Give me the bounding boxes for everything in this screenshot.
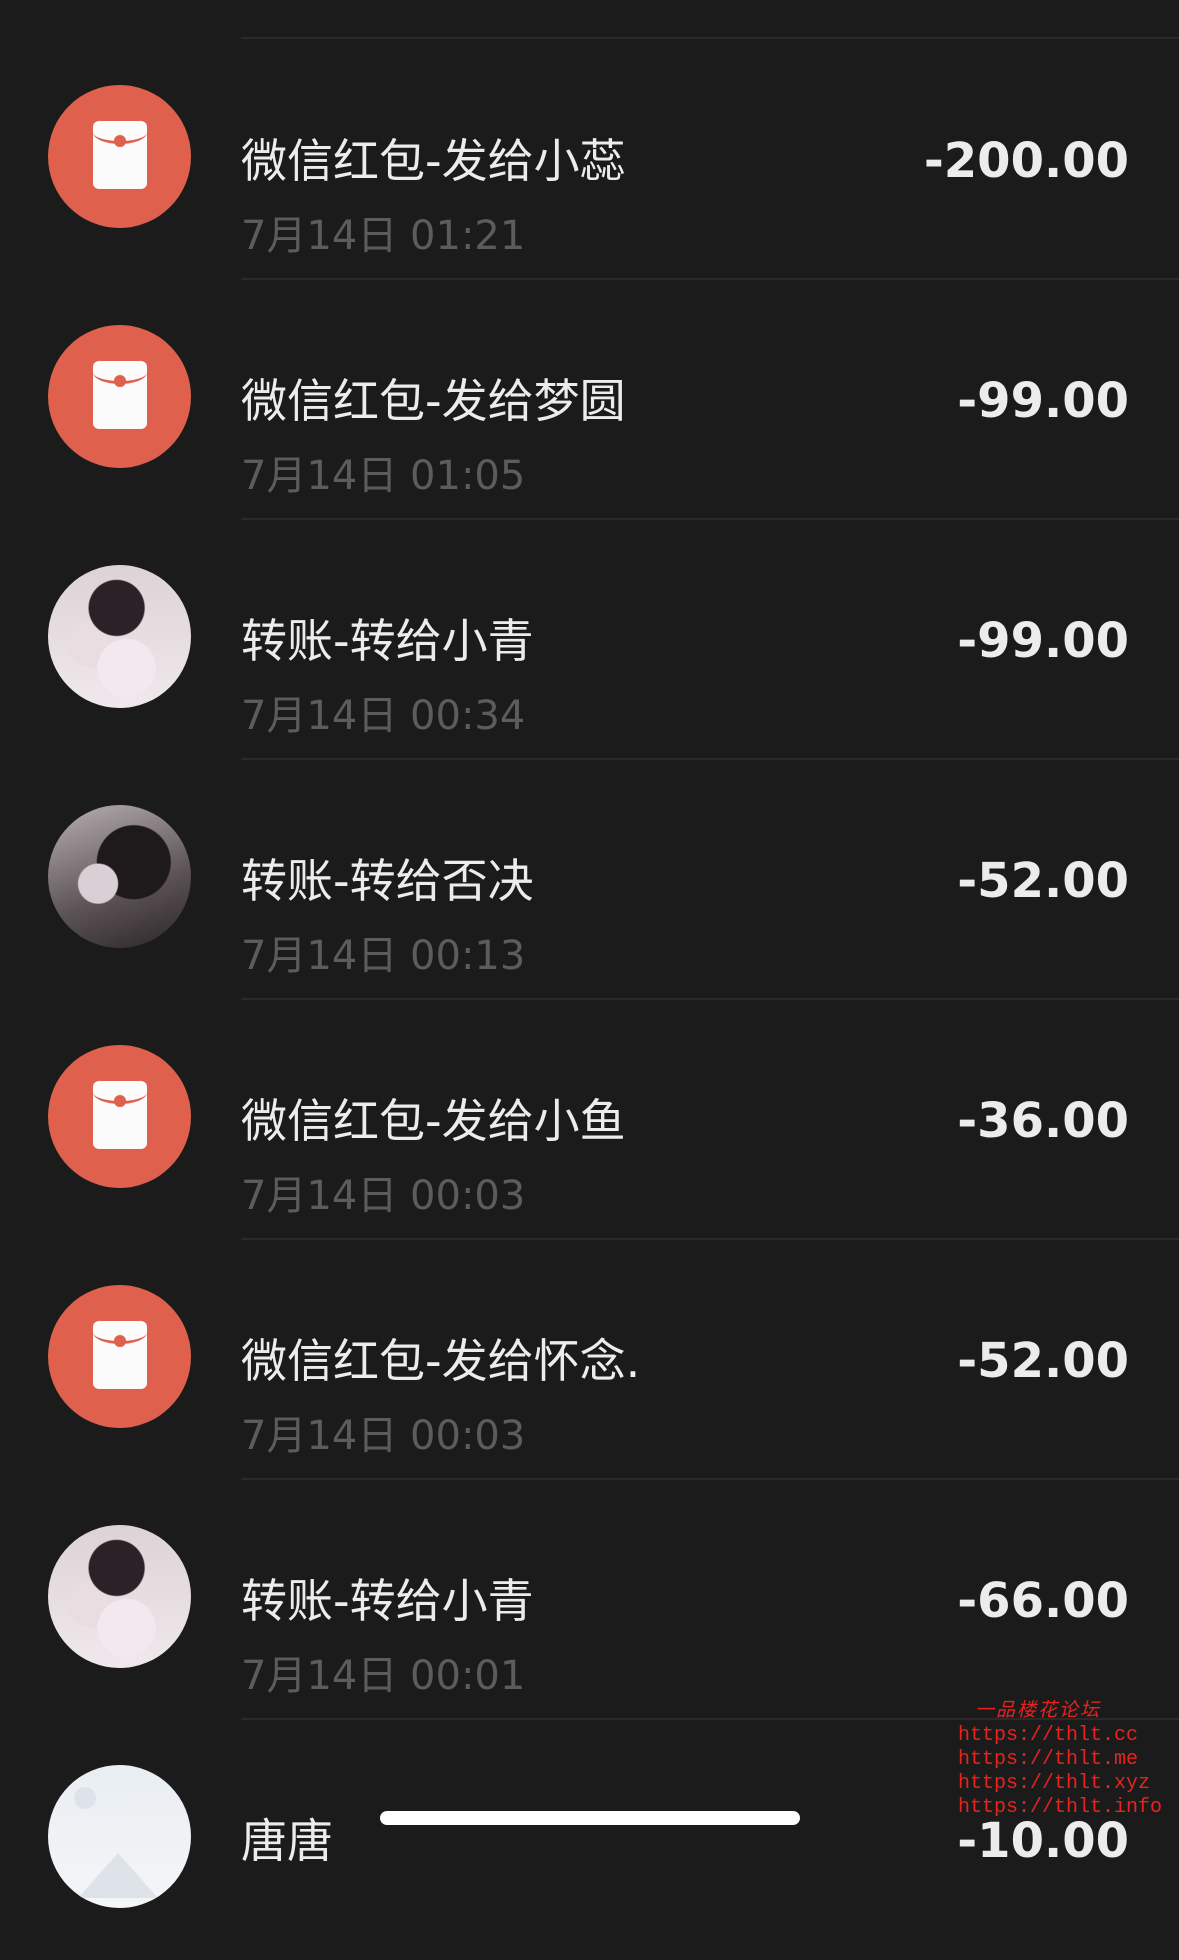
transaction-title: 微信红包-发给梦圆 xyxy=(241,374,626,428)
transaction-title: 微信红包-发给怀念. xyxy=(241,1334,641,1388)
watermark-url: https://thlt.cc xyxy=(958,1724,1139,1747)
transaction-row[interactable]: 转账-转给小青 7月14日 00:01 -66.00 xyxy=(0,1480,1179,1720)
red-packet-icon xyxy=(48,1045,191,1188)
transaction-time: 7月14日 00:34 xyxy=(241,693,526,739)
transaction-row[interactable]: 转账-转给小青 7月14日 00:34 -99.00 xyxy=(0,520,1179,760)
watermark: 一品楼花论坛 https://thlt.cc https://thlt.me h… xyxy=(958,1698,1163,1820)
transaction-title: 转账-转给小青 xyxy=(241,614,534,668)
transaction-time: 7月14日 00:03 xyxy=(241,1173,526,1219)
red-packet-icon xyxy=(48,85,191,228)
watermark-url: https://thlt.info xyxy=(958,1796,1163,1819)
transaction-row[interactable]: 微信红包-发给梦圆 7月14日 01:05 -99.00 xyxy=(0,280,1179,520)
transaction-amount: -99.00 xyxy=(957,613,1129,669)
transaction-amount: -52.00 xyxy=(957,853,1129,909)
home-indicator[interactable] xyxy=(380,1811,800,1825)
transaction-amount: -200.00 xyxy=(923,133,1129,189)
transaction-row[interactable]: 微信红包-发给怀念. 7月14日 00:03 -52.00 xyxy=(0,1240,1179,1480)
transaction-title: 唐唐 xyxy=(241,1814,333,1868)
transaction-row[interactable]: 微信红包-发给小鱼 7月14日 00:03 -36.00 xyxy=(0,1000,1179,1240)
transaction-row[interactable]: 微信红包-发给小蕊 7月14日 01:21 -200.00 xyxy=(0,40,1179,280)
contact-avatar xyxy=(48,805,191,948)
watermark-url: https://thlt.xyz xyxy=(958,1772,1151,1795)
watermark-title: 一品楼花论坛 xyxy=(974,1700,1101,1722)
transaction-time: 7月14日 01:21 xyxy=(241,213,526,259)
transaction-time: 7月14日 00:03 xyxy=(241,1413,526,1459)
transaction-row[interactable]: 转账-转给否决 7月14日 00:13 -52.00 xyxy=(0,760,1179,1000)
transaction-amount: -36.00 xyxy=(957,1093,1129,1149)
transaction-time: 7月14日 00:01 xyxy=(241,1653,526,1699)
transaction-title: 微信红包-发给小蕊 xyxy=(241,134,626,188)
transaction-amount: -66.00 xyxy=(957,1573,1129,1629)
contact-avatar xyxy=(48,1525,191,1668)
red-packet-icon xyxy=(48,325,191,468)
transaction-time: 7月14日 01:05 xyxy=(241,453,526,499)
transaction-time: 7月14日 00:13 xyxy=(241,933,526,979)
watermark-url: https://thlt.me xyxy=(958,1748,1139,1771)
transaction-amount: -99.00 xyxy=(957,373,1129,429)
red-packet-icon xyxy=(48,1285,191,1428)
transaction-title: 转账-转给小青 xyxy=(241,1574,534,1628)
transaction-title: 微信红包-发给小鱼 xyxy=(241,1094,626,1148)
transaction-amount: -52.00 xyxy=(957,1333,1129,1389)
transaction-amount: -10.00 xyxy=(957,1813,1129,1869)
divider xyxy=(241,37,1179,39)
placeholder-image-icon xyxy=(48,1765,191,1908)
transaction-title: 转账-转给否决 xyxy=(241,854,534,908)
contact-avatar xyxy=(48,565,191,708)
